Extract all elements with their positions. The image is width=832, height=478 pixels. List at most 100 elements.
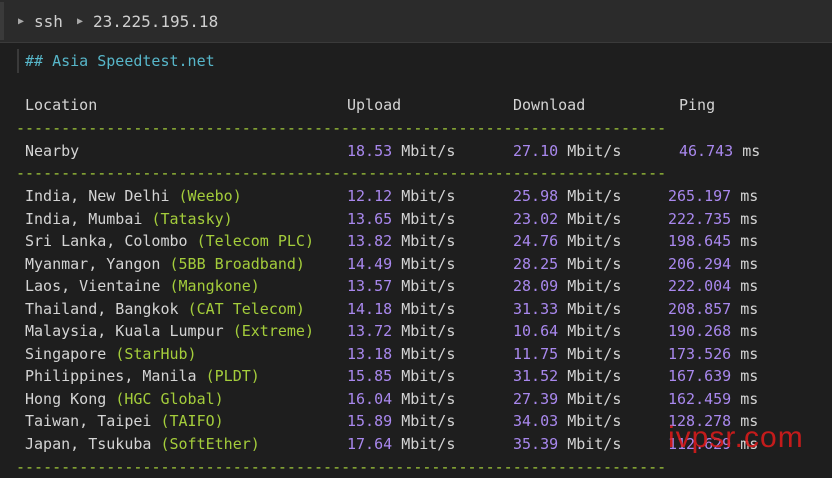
row-location: Thailand, Bangkok (CAT Telecom)	[25, 298, 305, 320]
row-ping-value: 162.459	[668, 389, 732, 408]
row-upload-unit: Mbit/s	[401, 277, 456, 295]
row-upload-unit: Mbit/s	[401, 209, 456, 228]
row-location-name: India, New Delhi	[25, 187, 179, 205]
row-download: 31.52 Mbit/s	[513, 365, 621, 387]
row-location: Hong Kong (HGC Global)	[25, 388, 224, 410]
table-row: Myanmar, Yangon (5BB Broadband) 14.49 Mbi…	[0, 253, 832, 275]
section-heading: ## Asia Speedtest.net	[25, 52, 215, 70]
row-upload: 13.65 Mbit/s	[347, 208, 455, 230]
row-upload-value: 12.12	[347, 187, 393, 205]
row-upload: 13.18 Mbit/s	[347, 343, 455, 365]
row-ping: 208.857 ms	[668, 298, 758, 320]
row-upload: 14.18 Mbit/s	[347, 298, 455, 320]
row-upload-unit: Mbit/s	[401, 412, 456, 430]
table-row: Laos, Vientaine (Mangkone) 13.57 Mbit/s 28…	[0, 275, 832, 297]
row-upload-value: 14.18	[347, 299, 393, 318]
breadcrumb-arrow-icon: ▶	[18, 15, 25, 27]
row-location: Taiwan, Taipei (TAIFO)	[25, 410, 224, 432]
nearby-download: 27.10 Mbit/s	[513, 140, 621, 162]
table-row: Sri Lanka, Colombo (Telecom PLC) 13.82 Mb…	[0, 230, 832, 252]
row-download-unit: Mbit/s	[567, 344, 622, 363]
terminal-titlebar: ▶ ssh ▶ 23.225.195.18	[0, 0, 832, 43]
row-download-unit: Mbit/s	[567, 187, 622, 205]
row-ping: 265.197 ms	[668, 185, 758, 207]
row-ping: 222.735 ms	[668, 208, 758, 230]
separator-line: ----------------------------------------…	[16, 458, 667, 476]
row-ping-unit: ms	[740, 322, 759, 340]
row-upload-unit: Mbit/s	[401, 232, 456, 250]
row-upload-unit: Mbit/s	[401, 299, 456, 318]
separator-line: ----------------------------------------…	[16, 119, 667, 137]
row-download: 28.09 Mbit/s	[513, 275, 621, 297]
table-row: Hong Kong (HGC Global) 16.04 Mbit/s 27.39 …	[0, 388, 832, 410]
nearby-upload: 18.53 Mbit/s	[347, 140, 455, 162]
row-location-name: Myanmar, Yangon	[25, 254, 170, 273]
row-location-name: Taiwan, Taipei	[25, 412, 161, 430]
separator-line: ----------------------------------------…	[16, 164, 667, 182]
row-ping: 173.526 ms	[668, 343, 758, 365]
row-download-value: 31.33	[513, 299, 559, 318]
row-provider: (Weebo)	[178, 187, 242, 205]
row-provider: (Mangkone)	[169, 277, 260, 295]
row-location-name: India, Mumbai	[25, 209, 152, 228]
nearby-ping: 46.743 ms	[679, 140, 760, 162]
row-ping-value: 208.857	[668, 299, 732, 318]
row-download: 24.76 Mbit/s	[513, 230, 621, 252]
row-upload-value: 17.64	[347, 434, 393, 453]
row-ping-value: 190.268	[668, 322, 732, 340]
row-location-name: Laos, Vientaine	[25, 277, 170, 295]
row-upload-unit: Mbit/s	[401, 434, 456, 453]
row-upload-value: 14.49	[347, 254, 393, 273]
row-location: Myanmar, Yangon (5BB Broadband)	[25, 253, 305, 275]
row-location: Singapore (StarHub)	[25, 343, 197, 365]
breadcrumb-ssh[interactable]: ssh	[34, 12, 63, 31]
row-ping-value: 173.526	[668, 344, 732, 363]
row-upload: 15.85 Mbit/s	[347, 365, 455, 387]
row-download: 23.02 Mbit/s	[513, 208, 621, 230]
row-ping-unit: ms	[740, 277, 759, 295]
row-upload: 16.04 Mbit/s	[347, 388, 455, 410]
watermark: ivpsr.com	[668, 421, 804, 454]
row-location: India, New Delhi (Weebo)	[25, 185, 242, 207]
row-ping-unit: ms	[740, 254, 759, 273]
breadcrumb-host[interactable]: 23.225.195.18	[93, 12, 218, 31]
row-provider: (PLDT)	[205, 367, 260, 385]
row-upload-value: 16.04	[347, 389, 393, 408]
row-provider: (TAIFO)	[160, 412, 224, 430]
row-upload-value: 15.85	[347, 367, 393, 385]
table-row: Singapore (StarHub) 13.18 Mbit/s 11.75 Mbi…	[0, 343, 832, 365]
row-ping-value: 222.735	[668, 209, 732, 228]
row-upload: 14.49 Mbit/s	[347, 253, 455, 275]
row-download-value: 31.52	[513, 367, 559, 385]
row-download-value: 24.76	[513, 232, 559, 250]
row-ping: 222.004 ms	[668, 275, 758, 297]
row-upload: 13.82 Mbit/s	[347, 230, 455, 252]
nearby-ping-unit: ms	[742, 142, 761, 160]
row-download: 25.98 Mbit/s	[513, 185, 621, 207]
row-ping-value: 265.197	[668, 187, 732, 205]
row-download-value: 10.64	[513, 322, 559, 340]
row-location: Philippines, Manila (PLDT)	[25, 365, 260, 387]
row-provider: (StarHub)	[115, 344, 197, 363]
row-upload: 12.12 Mbit/s	[347, 185, 455, 207]
heading-marker	[17, 49, 19, 73]
row-ping-value: 206.294	[668, 254, 732, 273]
row-download-unit: Mbit/s	[567, 232, 622, 250]
nearby-upload-unit: Mbit/s	[401, 142, 456, 160]
row-download: 31.33 Mbit/s	[513, 298, 621, 320]
row-download-value: 28.25	[513, 254, 559, 273]
row-provider: (CAT Telecom)	[187, 299, 305, 318]
row-download-unit: Mbit/s	[567, 412, 622, 430]
row-upload-unit: Mbit/s	[401, 254, 456, 273]
row-ping: 198.645 ms	[668, 230, 758, 252]
row-location: Japan, Tsukuba (SoftEther)	[25, 433, 260, 455]
row-upload-unit: Mbit/s	[401, 389, 456, 408]
row-ping-unit: ms	[740, 367, 759, 385]
nearby-upload-value: 18.53	[347, 142, 393, 160]
row-download-value: 27.39	[513, 389, 559, 408]
row-location-name: Thailand, Bangkok	[25, 299, 188, 318]
row-provider: (SoftEther)	[160, 434, 260, 453]
row-upload-unit: Mbit/s	[401, 344, 456, 363]
row-provider: (Extreme)	[232, 322, 314, 340]
row-location-name: Malaysia, Kuala Lumpur	[25, 322, 233, 340]
